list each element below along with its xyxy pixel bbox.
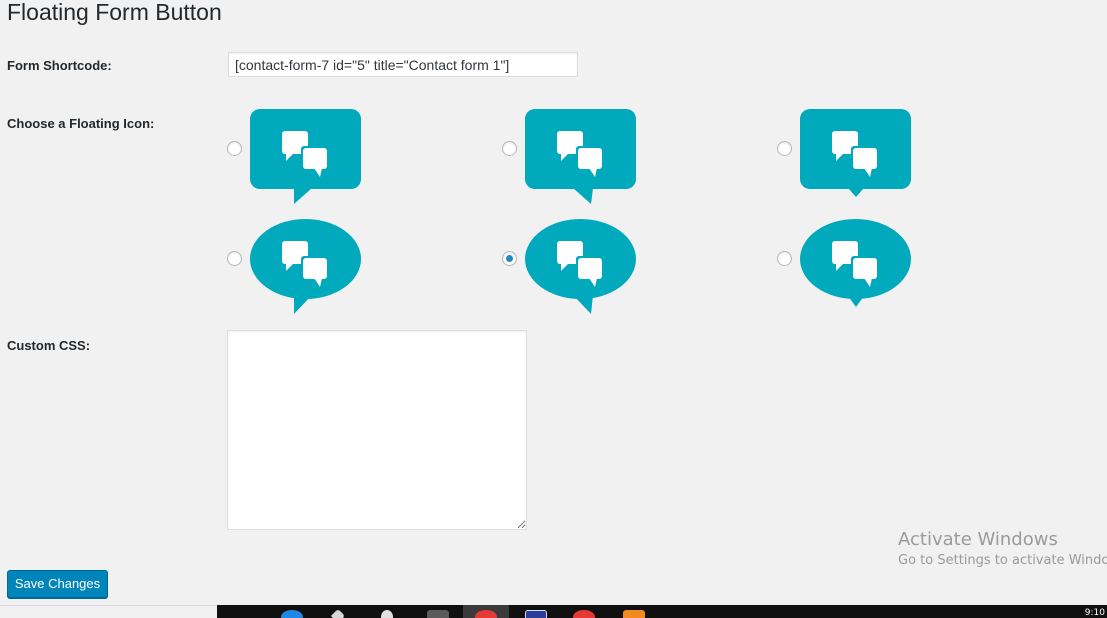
watermark-subtitle: Go to Settings to activate Windows. [898,553,1107,568]
chat-bubble-icon [800,219,911,307]
chat-bubble-icon [250,219,361,314]
taskbar-window-icon[interactable] [525,610,547,618]
page-title: Floating Form Button [7,0,222,25]
form-shortcode-label: Form Shortcode: [7,58,112,73]
taskbar-store-icon[interactable] [330,608,346,618]
activate-windows-watermark: Activate Windows Go to Settings to activ… [898,529,1107,571]
floating-icon-option-4[interactable] [250,219,362,315]
floating-icon-option-3[interactable] [800,109,912,205]
taskbar-files-icon[interactable] [623,610,645,618]
floating-icon-label: Choose a Floating Icon: [7,116,155,131]
taskbar-explorer-icon[interactable] [427,610,449,618]
chat-bubble-icon [800,109,911,197]
taskbar-edge-icon[interactable] [281,610,303,618]
chat-bubble-icon [525,109,636,204]
custom-css-label: Custom CSS: [7,338,91,353]
taskbar-clock: 9:10 [1084,608,1105,618]
floating-icon-option-1[interactable] [250,109,362,205]
taskbar-chrome-icon[interactable] [475,610,497,618]
floating-icon-option-6[interactable] [800,219,912,315]
form-shortcode-input[interactable] [228,52,578,77]
icon-radio-4[interactable] [227,251,242,266]
icon-radio-3[interactable] [777,141,792,156]
custom-css-textarea[interactable] [227,330,527,530]
icon-radio-1[interactable] [227,141,242,156]
chat-bubble-icon [250,109,361,204]
taskbar-app-icon[interactable] [381,610,393,618]
icon-radio-5[interactable] [502,251,517,266]
save-changes-button[interactable]: Save Changes [7,570,108,598]
icon-radio-6[interactable] [777,251,792,266]
floating-icon-option-5[interactable] [525,219,637,315]
windows-taskbar: 9:10 [217,605,1107,618]
watermark-title: Activate Windows [898,529,1058,550]
floating-icon-option-2[interactable] [525,109,637,205]
taskbar-opera-icon[interactable] [573,610,595,618]
icon-radio-2[interactable] [502,141,517,156]
footer-divider [0,605,217,606]
chat-bubble-icon [525,219,636,314]
